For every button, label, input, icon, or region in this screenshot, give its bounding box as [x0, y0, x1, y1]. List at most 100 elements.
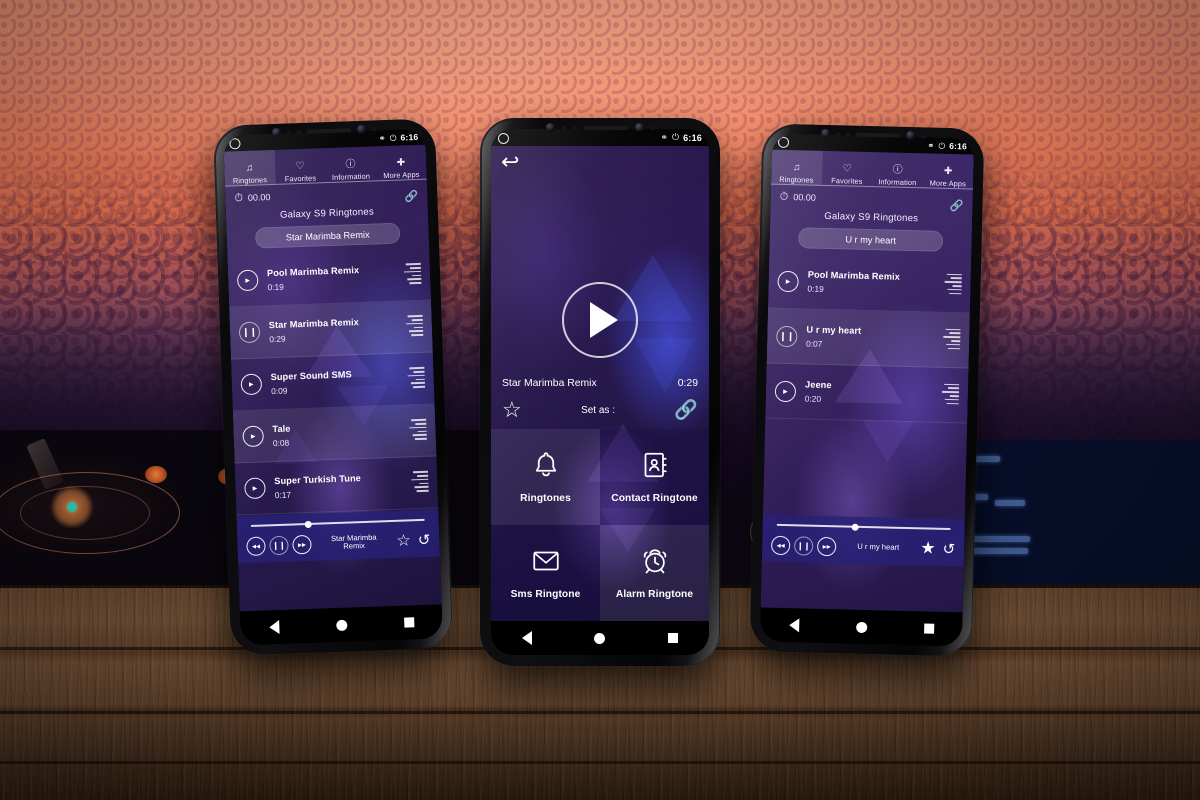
status-time: 6:16	[683, 133, 702, 143]
back-triangle[interactable]	[269, 620, 279, 634]
ringtone-list[interactable]: ▸ Pool Marimba Remix 0:19 ❙❙ U r my heart 0:0…	[765, 254, 971, 424]
back-arrow-icon[interactable]: ↩	[501, 151, 519, 173]
ringtone-list[interactable]: ▸ Pool Marimba Remix 0:19 ❙❙ Star Marimba Re…	[227, 249, 438, 516]
phone-left-screen: ⚭ ⏻ 6:16 ♫ Ringtones ♡ Favorites ⓘ Infor…	[223, 129, 443, 646]
table-row[interactable]: ❙❙ Star Marimba Remix 0:29	[229, 301, 433, 360]
proximity-sensor-icon	[562, 126, 566, 130]
waveform-icon	[411, 471, 429, 494]
play-icon[interactable]: ▸	[240, 373, 262, 395]
rewind-icon[interactable]: ◂◂	[246, 536, 266, 556]
tile-ringtones[interactable]: Ringtones	[491, 429, 600, 525]
android-nav-bar[interactable]	[760, 607, 963, 646]
pause-icon[interactable]: ❙❙	[776, 325, 798, 347]
table-row[interactable]: ▸ Super Turkish Tune 0:17	[235, 456, 439, 515]
phone-center-screen: ⚭ ⏻ 6:16 ↩ Star Marimba Remix 0:29 ☆ Set…	[491, 129, 709, 655]
track-duration: 0:19	[807, 284, 944, 297]
silent-mode-icon: ⚭	[927, 140, 934, 151]
selected-ringtone-pill[interactable]: U r my heart	[798, 227, 943, 252]
led-indicator-icon	[651, 126, 655, 130]
player-controls[interactable]: ◂◂ ❙❙ ▸▸ U r my heart ★ ↺	[762, 530, 965, 563]
waveform-icon	[409, 419, 427, 442]
share-icon[interactable]: 🔗	[674, 398, 698, 422]
track-duration: 0:07	[806, 339, 943, 352]
share-icon[interactable]: 🔗	[404, 190, 418, 203]
star-filled-icon[interactable]: ★	[920, 538, 936, 558]
status-time: 6:16	[949, 141, 967, 151]
table-row[interactable]: ▸ Jeene 0:20	[765, 364, 968, 424]
sleep-timer-control[interactable]: ⏱ 00.00	[780, 190, 816, 204]
light-sensor-icon	[573, 126, 577, 130]
tab-favorites[interactable]: ♡ Favorites	[821, 151, 872, 186]
forward-icon[interactable]: ▸▸	[292, 534, 312, 554]
tile-contact-ringtone[interactable]: Contact Ringtone	[600, 429, 709, 525]
proximity-sensor-icon	[836, 132, 840, 136]
tab-ringtones[interactable]: ♫ Ringtones	[771, 150, 822, 185]
back-triangle[interactable]	[789, 618, 799, 632]
tile-sms-ringtone[interactable]: Sms Ringtone	[491, 525, 600, 621]
back-triangle[interactable]	[522, 631, 532, 645]
sleep-timer-icon[interactable]: ↺	[418, 531, 431, 549]
tile-alarm-ringtone[interactable]: Alarm Ringtone	[600, 525, 709, 621]
tab-more-apps[interactable]: ✚ More Apps	[922, 153, 973, 188]
clock-icon: ⏱	[780, 190, 789, 203]
table-row[interactable]: ▸ Pool Marimba Remix 0:19	[227, 249, 431, 308]
battery-icon: ⏻	[390, 132, 397, 143]
tab-ringtones[interactable]: ♫ Ringtones	[224, 150, 276, 186]
play-button[interactable]	[562, 282, 638, 358]
silent-mode-icon: ⚭	[661, 132, 669, 143]
sleep-timer-control[interactable]: ⏱ 00.00	[234, 191, 271, 205]
play-icon[interactable]: ▸	[775, 380, 797, 402]
track-duration: 0:20	[805, 393, 942, 406]
home-circle[interactable]	[856, 621, 867, 632]
table-row[interactable]: ▸ Pool Marimba Remix 0:19	[768, 254, 971, 314]
share-icon[interactable]: 🔗	[950, 199, 964, 212]
tab-more-apps[interactable]: ✚ More Apps	[375, 145, 427, 181]
set-as-tiles[interactable]: Ringtones Contact Ringtone Sms Ringtone Ala…	[491, 429, 709, 621]
android-nav-bar[interactable]	[491, 621, 709, 655]
play-icon[interactable]: ▸	[242, 425, 264, 447]
rewind-icon[interactable]: ◂◂	[771, 535, 790, 554]
tab-favorites[interactable]: ♡ Favorites	[274, 148, 326, 184]
android-nav-bar[interactable]	[240, 604, 443, 645]
track-duration: 0:08	[273, 433, 410, 448]
earpiece-speaker	[307, 128, 351, 134]
track-duration: 0:09	[271, 381, 408, 396]
home-circle[interactable]	[594, 633, 605, 644]
recents-square[interactable]	[668, 633, 678, 643]
front-camera-icon	[272, 128, 281, 137]
phone-right: ⚭ ⏻ 6:16 ♫ Ringtones ♡ Favorites ⓘ Infor…	[750, 123, 985, 656]
tab-information[interactable]: ⓘ Information	[872, 152, 923, 187]
player-controls[interactable]: ◂◂ ❙❙ ▸▸ Star Marimba Remix ☆ ↺	[237, 525, 440, 560]
led-indicator-icon	[921, 134, 925, 138]
recents-square[interactable]	[924, 623, 934, 633]
iris-scanner-icon	[498, 133, 509, 144]
table-row[interactable]: ❙❙ U r my heart 0:07	[767, 309, 970, 369]
star-outline-icon[interactable]: ☆	[396, 530, 411, 550]
forward-icon[interactable]: ▸▸	[817, 536, 836, 555]
track-name: Tale	[272, 419, 409, 434]
sleep-timer-icon[interactable]: ↺	[942, 540, 955, 558]
tab-bar[interactable]: ♫ Ringtones ♡ Favorites ⓘ Information ✚ …	[771, 150, 974, 189]
play-icon[interactable]: ▸	[777, 270, 799, 292]
tile-label: Sms Ringtone	[511, 589, 581, 600]
star-outline-icon[interactable]: ☆	[502, 397, 522, 423]
pause-icon[interactable]: ❙❙	[794, 536, 813, 555]
pause-icon[interactable]: ❙❙	[269, 535, 289, 555]
table-row[interactable]: ▸ Super Sound SMS 0:09	[231, 352, 435, 411]
clock-icon: ⏱	[234, 192, 243, 205]
battery-icon: ⏻	[672, 132, 679, 143]
tile-label: Ringtones	[520, 493, 571, 504]
tab-information[interactable]: ⓘ Information	[325, 146, 377, 182]
table-row[interactable]: ▸ Tale 0:08	[233, 404, 437, 463]
pause-icon[interactable]: ❙❙	[239, 322, 261, 344]
play-icon[interactable]: ▸	[244, 477, 266, 499]
home-circle[interactable]	[336, 619, 347, 630]
play-icon[interactable]: ▸	[237, 270, 259, 292]
player-title: Star Marimba Remix	[315, 533, 393, 553]
track-duration: 0:29	[269, 329, 406, 344]
recents-square[interactable]	[404, 617, 414, 627]
track-name: Pool Marimba Remix	[808, 270, 945, 283]
track-duration: 0:19	[267, 277, 404, 292]
track-name: Super Turkish Tune	[274, 471, 411, 486]
set-as-label: Set as :	[581, 405, 615, 416]
